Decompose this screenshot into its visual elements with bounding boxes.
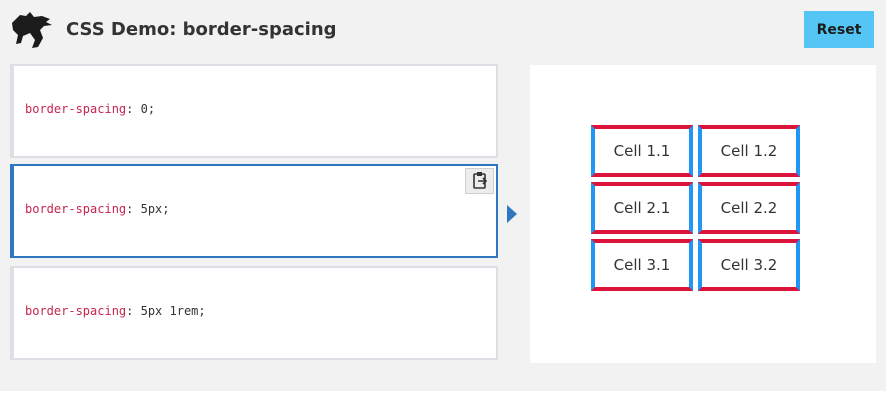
choice-item-selected[interactable]: border-spacing: 5px; [10,164,498,258]
mdn-dinosaur-logo-icon [12,12,52,48]
table-row: Cell 1.1 Cell 1.2 [591,125,800,177]
table-row: Cell 2.1 Cell 2.2 [591,182,800,234]
copy-button[interactable] [465,168,494,194]
table-cell: Cell 2.2 [698,182,800,234]
header: CSS Demo: border-spacing Reset [0,0,886,62]
css-property: border-spacing [25,202,127,216]
choice-code: border-spacing: 5px 1rem; [25,304,206,318]
table-cell: Cell 3.1 [591,239,693,291]
css-value: 0 [140,102,148,116]
css-property: border-spacing [25,304,127,318]
page-title: CSS Demo: border-spacing [66,19,337,40]
arrow-right-icon [507,205,517,223]
choice-item[interactable]: border-spacing: 5px 1rem; [10,266,498,360]
table-cell: Cell 2.1 [591,182,693,234]
table-row: Cell 3.1 Cell 3.2 [591,239,800,291]
choice-item[interactable]: border-spacing: 0; [10,64,498,158]
demo-table: Cell 1.1 Cell 1.2 Cell 2.1 Cell 2.2 Cell… [586,120,805,296]
editor-frame: CSS Demo: border-spacing Reset border-sp… [0,0,886,391]
table-cell: Cell 1.1 [591,125,693,177]
table-cell: Cell 3.2 [698,239,800,291]
output-panel: Cell 1.1 Cell 1.2 Cell 2.1 Cell 2.2 Cell… [530,65,876,363]
reset-button[interactable]: Reset [804,11,874,48]
table-cell: Cell 1.2 [698,125,800,177]
css-value: 5px 1rem [140,304,199,318]
copy-to-clipboard-icon [473,172,488,189]
css-property: border-spacing [25,102,127,116]
css-value: 5px [140,202,163,216]
choice-code: border-spacing: 0; [25,102,156,116]
choice-code: border-spacing: 5px; [25,202,170,216]
